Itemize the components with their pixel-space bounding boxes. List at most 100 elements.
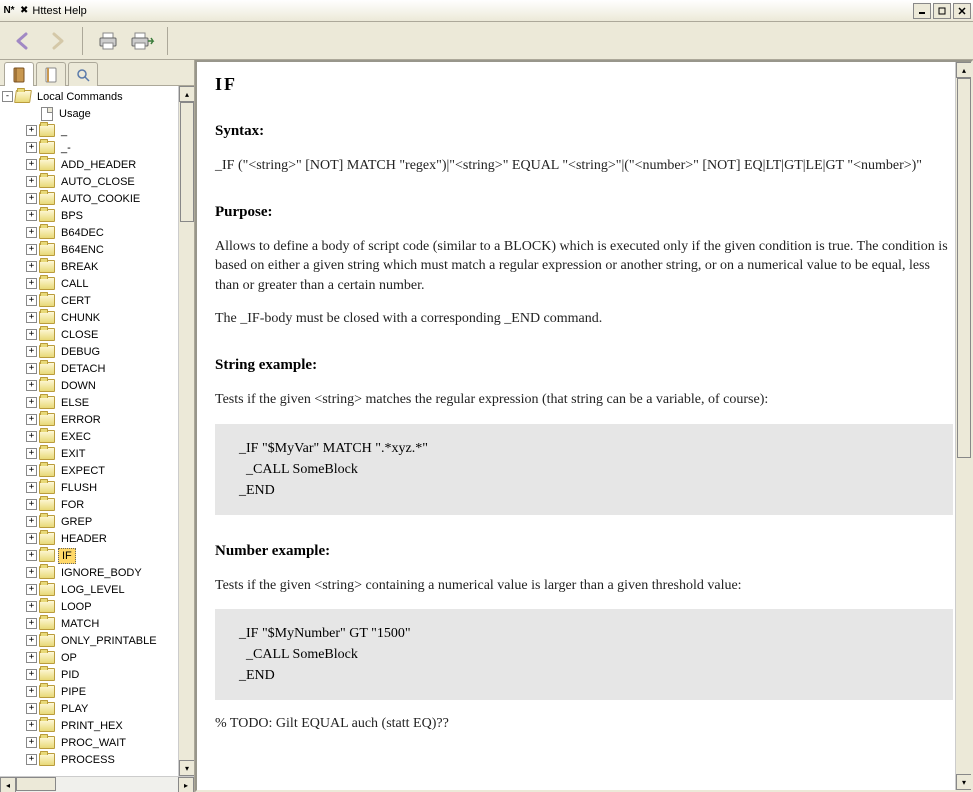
tree-item-proc-wait[interactable]: +PROC_WAIT: [2, 734, 192, 751]
expand-icon[interactable]: +: [26, 448, 37, 459]
expand-icon[interactable]: +: [26, 465, 37, 476]
tab-search[interactable]: [68, 62, 98, 86]
tree-item-auto-cookie[interactable]: +AUTO_COOKIE: [2, 190, 192, 207]
expand-icon[interactable]: +: [26, 193, 37, 204]
tree-item-bps[interactable]: +BPS: [2, 207, 192, 224]
tab-index[interactable]: [36, 62, 66, 86]
content-scroll-down-icon[interactable]: ▾: [956, 774, 972, 790]
tree-item-chunk[interactable]: +CHUNK: [2, 309, 192, 326]
tree-item-log-level[interactable]: +LOG_LEVEL: [2, 581, 192, 598]
tree-item-pid[interactable]: +PID: [2, 666, 192, 683]
expand-icon[interactable]: +: [26, 261, 37, 272]
collapse-icon[interactable]: -: [2, 91, 13, 102]
content-scroll-up-icon[interactable]: ▴: [956, 62, 972, 78]
print-button[interactable]: [93, 26, 123, 56]
expand-icon[interactable]: +: [26, 431, 37, 442]
expand-icon[interactable]: +: [26, 737, 37, 748]
expand-icon[interactable]: +: [26, 618, 37, 629]
tree-item--[interactable]: +_: [2, 122, 192, 139]
content-vertical-scrollbar[interactable]: ▴ ▾: [955, 62, 971, 790]
expand-icon[interactable]: +: [26, 295, 37, 306]
expand-icon[interactable]: +: [26, 210, 37, 221]
tree-item-match[interactable]: +MATCH: [2, 615, 192, 632]
tree-item-header[interactable]: +HEADER: [2, 530, 192, 547]
tree-item-break[interactable]: +BREAK: [2, 258, 192, 275]
expand-icon[interactable]: +: [26, 176, 37, 187]
tree-item-play[interactable]: +PLAY: [2, 700, 192, 717]
maximize-button[interactable]: [933, 3, 951, 19]
expand-icon[interactable]: +: [26, 414, 37, 425]
expand-icon[interactable]: +: [26, 346, 37, 357]
tree-item-for[interactable]: +FOR: [2, 496, 192, 513]
tree-item-flush[interactable]: +FLUSH: [2, 479, 192, 496]
tree-item-pipe[interactable]: +PIPE: [2, 683, 192, 700]
expand-icon[interactable]: +: [26, 244, 37, 255]
tree-view[interactable]: - Local Commands Usage +_+_-+ADD_HEADER+…: [0, 86, 194, 776]
expand-icon[interactable]: +: [26, 227, 37, 238]
expand-icon[interactable]: +: [26, 142, 37, 153]
tree-item-b64dec[interactable]: +B64DEC: [2, 224, 192, 241]
expand-icon[interactable]: +: [26, 567, 37, 578]
tree-item-loop[interactable]: +LOOP: [2, 598, 192, 615]
expand-icon[interactable]: +: [26, 363, 37, 374]
tree-item-close[interactable]: +CLOSE: [2, 326, 192, 343]
tree-item-down[interactable]: +DOWN: [2, 377, 192, 394]
tree-vertical-scrollbar[interactable]: ▴ ▾: [178, 86, 194, 776]
tree-item-ignore-body[interactable]: +IGNORE_BODY: [2, 564, 192, 581]
tree-item-else[interactable]: +ELSE: [2, 394, 192, 411]
tree-item-cert[interactable]: +CERT: [2, 292, 192, 309]
tree-item-if[interactable]: +IF: [2, 547, 192, 564]
expand-icon[interactable]: +: [26, 482, 37, 493]
tree-item-grep[interactable]: +GREP: [2, 513, 192, 530]
scroll-thumb[interactable]: [180, 102, 194, 222]
expand-icon[interactable]: +: [26, 720, 37, 731]
minimize-button[interactable]: [913, 3, 931, 19]
tree-root[interactable]: - Local Commands: [2, 88, 192, 105]
tree-item-print-hex[interactable]: +PRINT_HEX: [2, 717, 192, 734]
expand-icon[interactable]: +: [26, 601, 37, 612]
tree-item-process[interactable]: +PROCESS: [2, 751, 192, 768]
expand-icon[interactable]: +: [26, 703, 37, 714]
scroll-right-icon[interactable]: ▸: [178, 777, 194, 792]
scroll-up-icon[interactable]: ▴: [179, 86, 194, 102]
expand-icon[interactable]: +: [26, 380, 37, 391]
tree-horizontal-scrollbar[interactable]: ◂ ▸: [0, 776, 194, 792]
expand-icon[interactable]: +: [26, 652, 37, 663]
tree-item-b64enc[interactable]: +B64ENC: [2, 241, 192, 258]
expand-icon[interactable]: +: [26, 312, 37, 323]
tree-item-add-header[interactable]: +ADD_HEADER: [2, 156, 192, 173]
tree-item-expect[interactable]: +EXPECT: [2, 462, 192, 479]
help-content[interactable]: IF Syntax: _IF ("<string>" [NOT] MATCH "…: [197, 62, 971, 790]
expand-icon[interactable]: +: [26, 635, 37, 646]
content-scroll-thumb[interactable]: [957, 78, 971, 458]
scroll-down-icon[interactable]: ▾: [179, 760, 194, 776]
back-button[interactable]: [8, 26, 38, 56]
tree-item-exit[interactable]: +EXIT: [2, 445, 192, 462]
tree-item-only-printable[interactable]: +ONLY_PRINTABLE: [2, 632, 192, 649]
forward-button[interactable]: [42, 26, 72, 56]
expand-icon[interactable]: +: [26, 669, 37, 680]
expand-icon[interactable]: +: [26, 686, 37, 697]
tree-item-op[interactable]: +OP: [2, 649, 192, 666]
tree-item-call[interactable]: +CALL: [2, 275, 192, 292]
expand-icon[interactable]: +: [26, 397, 37, 408]
expand-icon[interactable]: +: [26, 533, 37, 544]
tree-item-detach[interactable]: +DETACH: [2, 360, 192, 377]
tree-item-exec[interactable]: +EXEC: [2, 428, 192, 445]
close-button[interactable]: [953, 3, 971, 19]
expand-icon[interactable]: +: [26, 278, 37, 289]
expand-icon[interactable]: +: [26, 329, 37, 340]
expand-icon[interactable]: +: [26, 125, 37, 136]
tree-item-debug[interactable]: +DEBUG: [2, 343, 192, 360]
tab-contents[interactable]: [4, 62, 34, 86]
tree-item-auto-close[interactable]: +AUTO_CLOSE: [2, 173, 192, 190]
expand-icon[interactable]: +: [26, 159, 37, 170]
tree-item-usage[interactable]: Usage: [2, 105, 192, 122]
tree-item-error[interactable]: +ERROR: [2, 411, 192, 428]
print-preview-button[interactable]: [127, 26, 157, 56]
tree-item---[interactable]: +_-: [2, 139, 192, 156]
expand-icon[interactable]: +: [26, 754, 37, 765]
expand-icon[interactable]: +: [26, 550, 37, 561]
scroll-left-icon[interactable]: ◂: [0, 777, 16, 792]
expand-icon[interactable]: +: [26, 516, 37, 527]
